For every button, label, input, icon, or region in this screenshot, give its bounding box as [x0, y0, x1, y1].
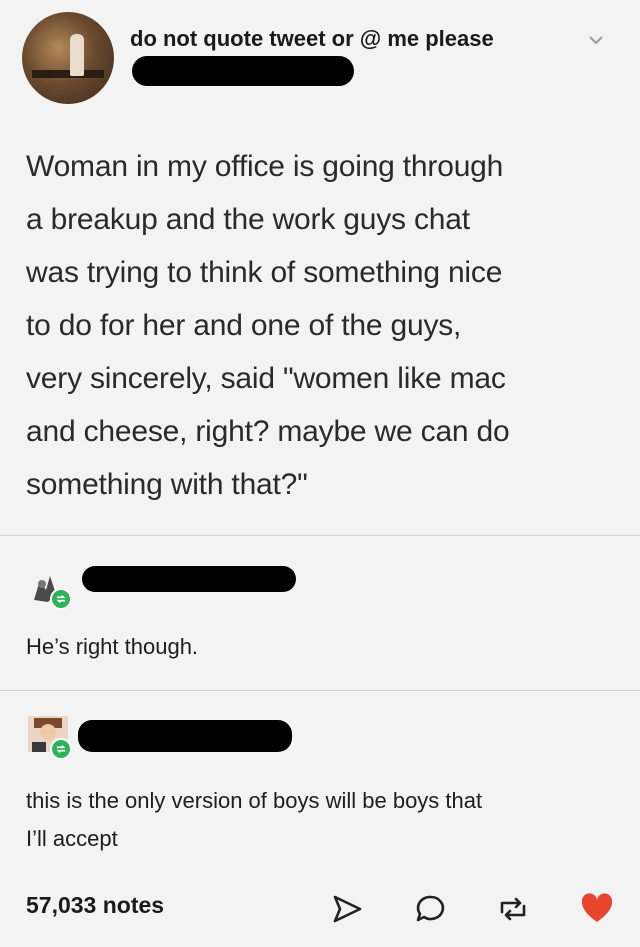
post-line: and cheese, right? maybe we can do [26, 415, 510, 448]
avatar-figure [70, 34, 84, 76]
redaction-mark [132, 56, 354, 86]
reply-line: this is the only version of boys will be… [26, 788, 483, 813]
divider [0, 535, 640, 536]
heart-icon[interactable] [580, 892, 614, 926]
post-header: do not quote tweet or @ me please [0, 0, 640, 110]
reblog-icon[interactable] [496, 892, 530, 926]
avatar-shelf [32, 70, 104, 78]
reblog-badge-icon [50, 588, 72, 610]
post-line: Woman in my office is going through [26, 150, 504, 183]
chevron-down-icon[interactable] [586, 30, 606, 50]
post-line: to do for her and one of the guys, [26, 309, 462, 342]
reply-text: He’s right though. [26, 634, 199, 659]
username[interactable]: do not quote tweet or @ me please [130, 26, 494, 52]
user-avatar[interactable] [22, 12, 114, 104]
divider [0, 690, 640, 691]
post-line: something with that?" [26, 468, 308, 501]
reply-line: I’ll accept [26, 826, 118, 851]
reply-icon[interactable] [414, 892, 448, 926]
post-line: very sincerely, said "women like mac [26, 362, 506, 395]
post-line: a breakup and the work guys chat [26, 203, 470, 236]
redaction-mark [82, 566, 296, 592]
reblog-badge-icon [50, 738, 72, 760]
notes-count[interactable]: 57,033 notes [26, 892, 164, 919]
share-icon[interactable] [330, 892, 364, 926]
post-line: was trying to think of something nice [26, 256, 503, 289]
redaction-mark [78, 720, 292, 752]
post-body: Woman in my office is going through a br… [26, 140, 620, 511]
reply-text: this is the only version of boys will be… [26, 782, 616, 858]
